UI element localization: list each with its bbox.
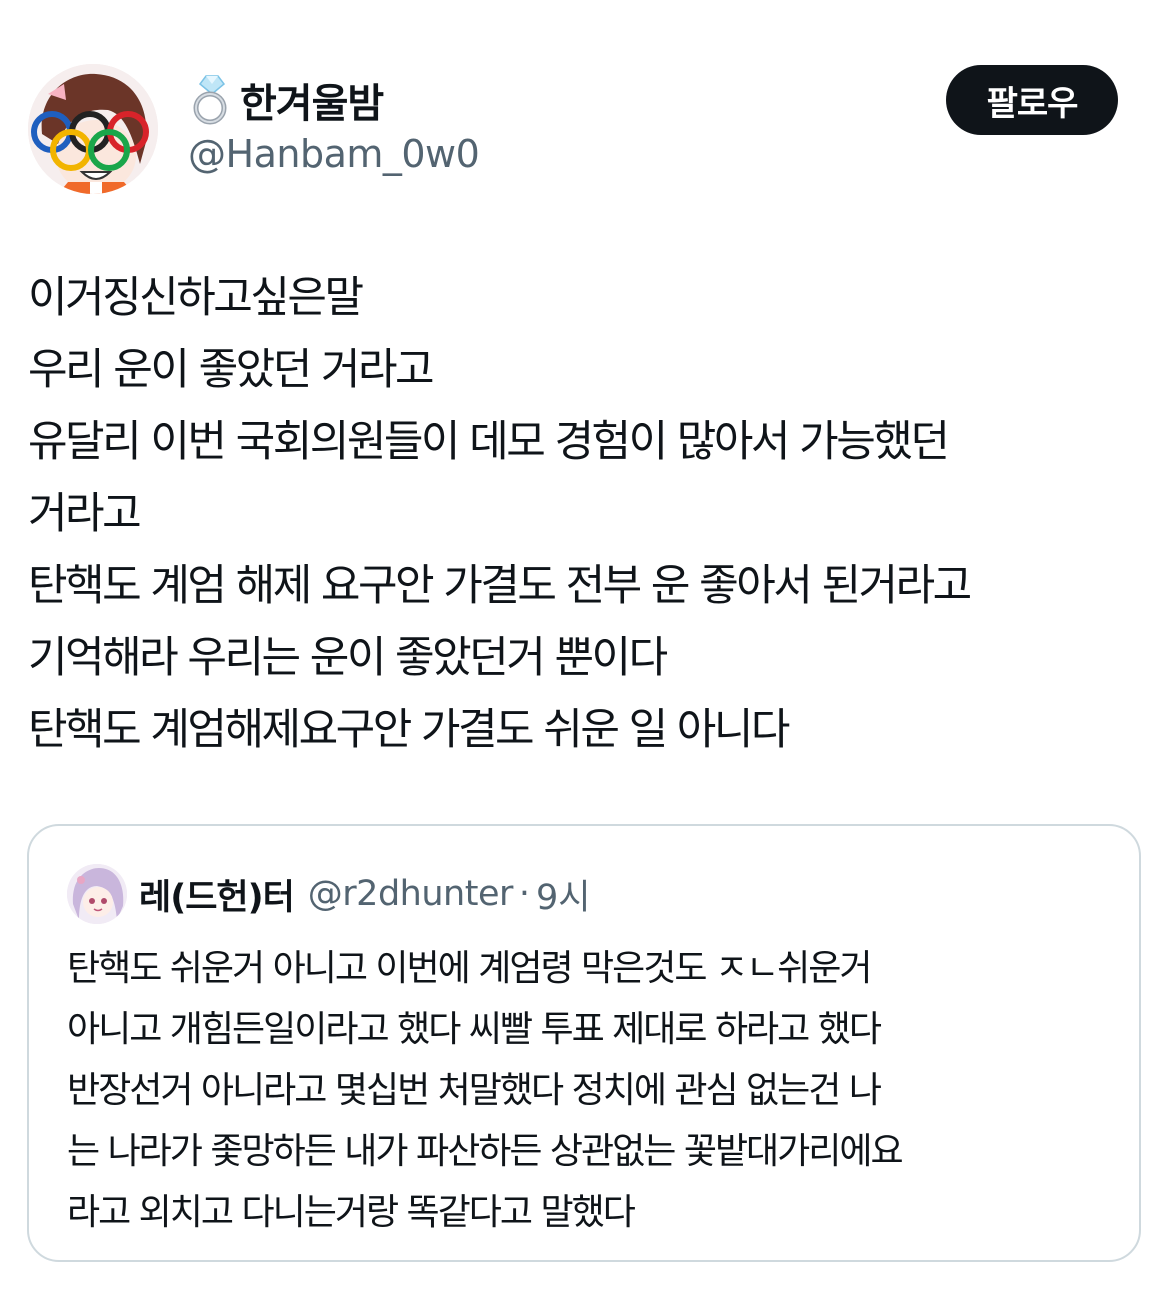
- follow-button[interactable]: 팔로우: [946, 65, 1118, 135]
- ring-icon: [188, 74, 236, 126]
- quoted-tweet-line: 탄핵도 쉬운거 아니고 이번에 계엄령 막은것도 ㅈㄴ쉬운거: [67, 948, 873, 989]
- quoted-tweet-header: 레(드헌)터 @r2dhunter · 9시: [139, 868, 590, 920]
- quoted-author-avatar[interactable]: [67, 864, 127, 924]
- tweet-line: 유달리 이번 국회의원들이 데모 경험이 많아서 가능했던: [28, 417, 950, 467]
- quoted-tweet-line: 는 나라가 좇망하든 내가 파산하든 상관없는 꽃밭대가리에요: [67, 1131, 904, 1172]
- author-display-name-text: 한겨울밤: [240, 81, 384, 127]
- tweet-text: 이거징신하고싶은말 우리 운이 좋았던 거라고 유달리 이번 국회의원들이 데모…: [28, 262, 1148, 766]
- author-avatar[interactable]: [28, 64, 158, 194]
- quoted-tweet-card[interactable]: 레(드헌)터 @r2dhunter · 9시 탄핵도 쉬운거 아니고 이번에 계…: [27, 824, 1141, 1262]
- quoted-author-handle[interactable]: @r2dhunter: [308, 874, 514, 914]
- quoted-tweet-separator: ·: [518, 874, 531, 914]
- tweet-line: 이거징신하고싶은말: [28, 273, 364, 323]
- tweet-line: 탄핵도 계엄해제요구안 가결도 쉬운 일 아니다: [28, 705, 790, 755]
- quoted-tweet-line: 아니고 개힘든일이라고 했다 씨빨 투표 제대로 하라고 했다: [67, 1009, 882, 1050]
- author-avatar-image: [28, 64, 158, 194]
- quoted-tweet-line: 반장선거 아니라고 몇십번 처말했다 정치에 관심 없는건 나: [67, 1070, 882, 1111]
- quoted-author-display-name[interactable]: 레(드헌)터: [139, 869, 295, 920]
- tweet-line: 기억해라 우리는 운이 좋았던거 뿐이다: [28, 633, 668, 683]
- author-handle[interactable]: @Hanbam_0w0: [188, 132, 480, 176]
- tweet-line: 거라고: [28, 489, 142, 539]
- quoted-tweet-text: 탄핵도 쉬운거 아니고 이번에 계엄령 막은것도 ㅈㄴ쉬운거 아니고 개힘든일이…: [67, 938, 1117, 1243]
- quoted-tweet-time[interactable]: 9시: [536, 869, 590, 920]
- tweet-line: 탄핵도 계엄 해제 요구안 가결도 전부 운 좋아서 된거라고: [28, 561, 972, 611]
- author-display-name[interactable]: 한겨울밤: [188, 72, 384, 128]
- tweet-line: 우리 운이 좋았던 거라고: [28, 345, 435, 395]
- quoted-author-avatar-image: [67, 864, 127, 924]
- quoted-tweet-line: 라고 외치고 다니는거랑 똑같다고 말했다: [67, 1192, 636, 1233]
